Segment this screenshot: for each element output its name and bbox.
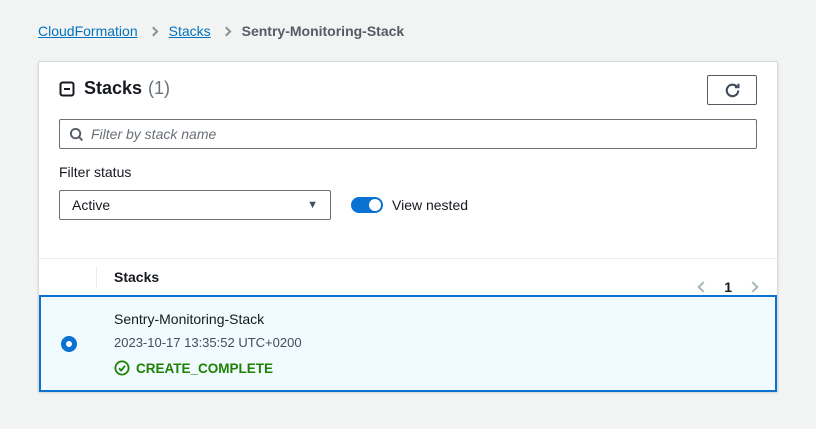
stack-filter-search[interactable] [59,119,757,149]
refresh-button[interactable] [707,75,757,105]
panel-title: Stacks [84,78,142,99]
filter-status-label: Filter status [59,164,757,181]
stacks-panel: Stacks (1) Filter status Active ▼ [38,61,778,392]
status-filter-dropdown[interactable]: Active ▼ [59,190,331,220]
panel-header: Stacks (1) [39,62,777,108]
view-nested-toggle[interactable] [351,197,383,213]
breadcrumb: CloudFormation Stacks Sentry-Monitoring-… [0,0,816,40]
chevron-right-icon [221,27,231,37]
table-row[interactable]: Sentry-Monitoring-Stack 2023-10-17 13:35… [39,295,777,392]
row-radio-selected[interactable] [61,336,77,352]
status-filter-value: Active [72,197,110,213]
table-header-row: Stacks [39,258,777,295]
search-icon [69,127,84,142]
chevron-right-icon [148,27,158,37]
refresh-icon [724,82,741,99]
stacks-table: Stacks Sentry-Monitoring-Stack 2023-10-1… [39,258,777,392]
breadcrumb-link-cloudformation[interactable]: CloudFormation [38,23,138,40]
dropdown-caret-icon: ▼ [307,199,318,211]
stack-name: Sentry-Monitoring-Stack [114,311,302,328]
view-nested-label: View nested [392,197,468,213]
collapse-section-icon[interactable] [59,81,75,97]
selection-column-header [39,259,96,295]
search-input[interactable] [91,126,747,142]
stack-status: CREATE_COMPLETE [114,360,302,376]
toggle-knob [369,199,381,211]
status-success-icon [114,360,130,376]
breadcrumb-link-stacks[interactable]: Stacks [169,23,211,40]
status-text: CREATE_COMPLETE [136,361,273,376]
stacks-column-header: Stacks [96,266,159,288]
stack-created-timestamp: 2023-10-17 13:35:52 UTC+0200 [114,335,302,351]
panel-count: (1) [148,78,170,99]
breadcrumb-current: Sentry-Monitoring-Stack [242,23,405,40]
